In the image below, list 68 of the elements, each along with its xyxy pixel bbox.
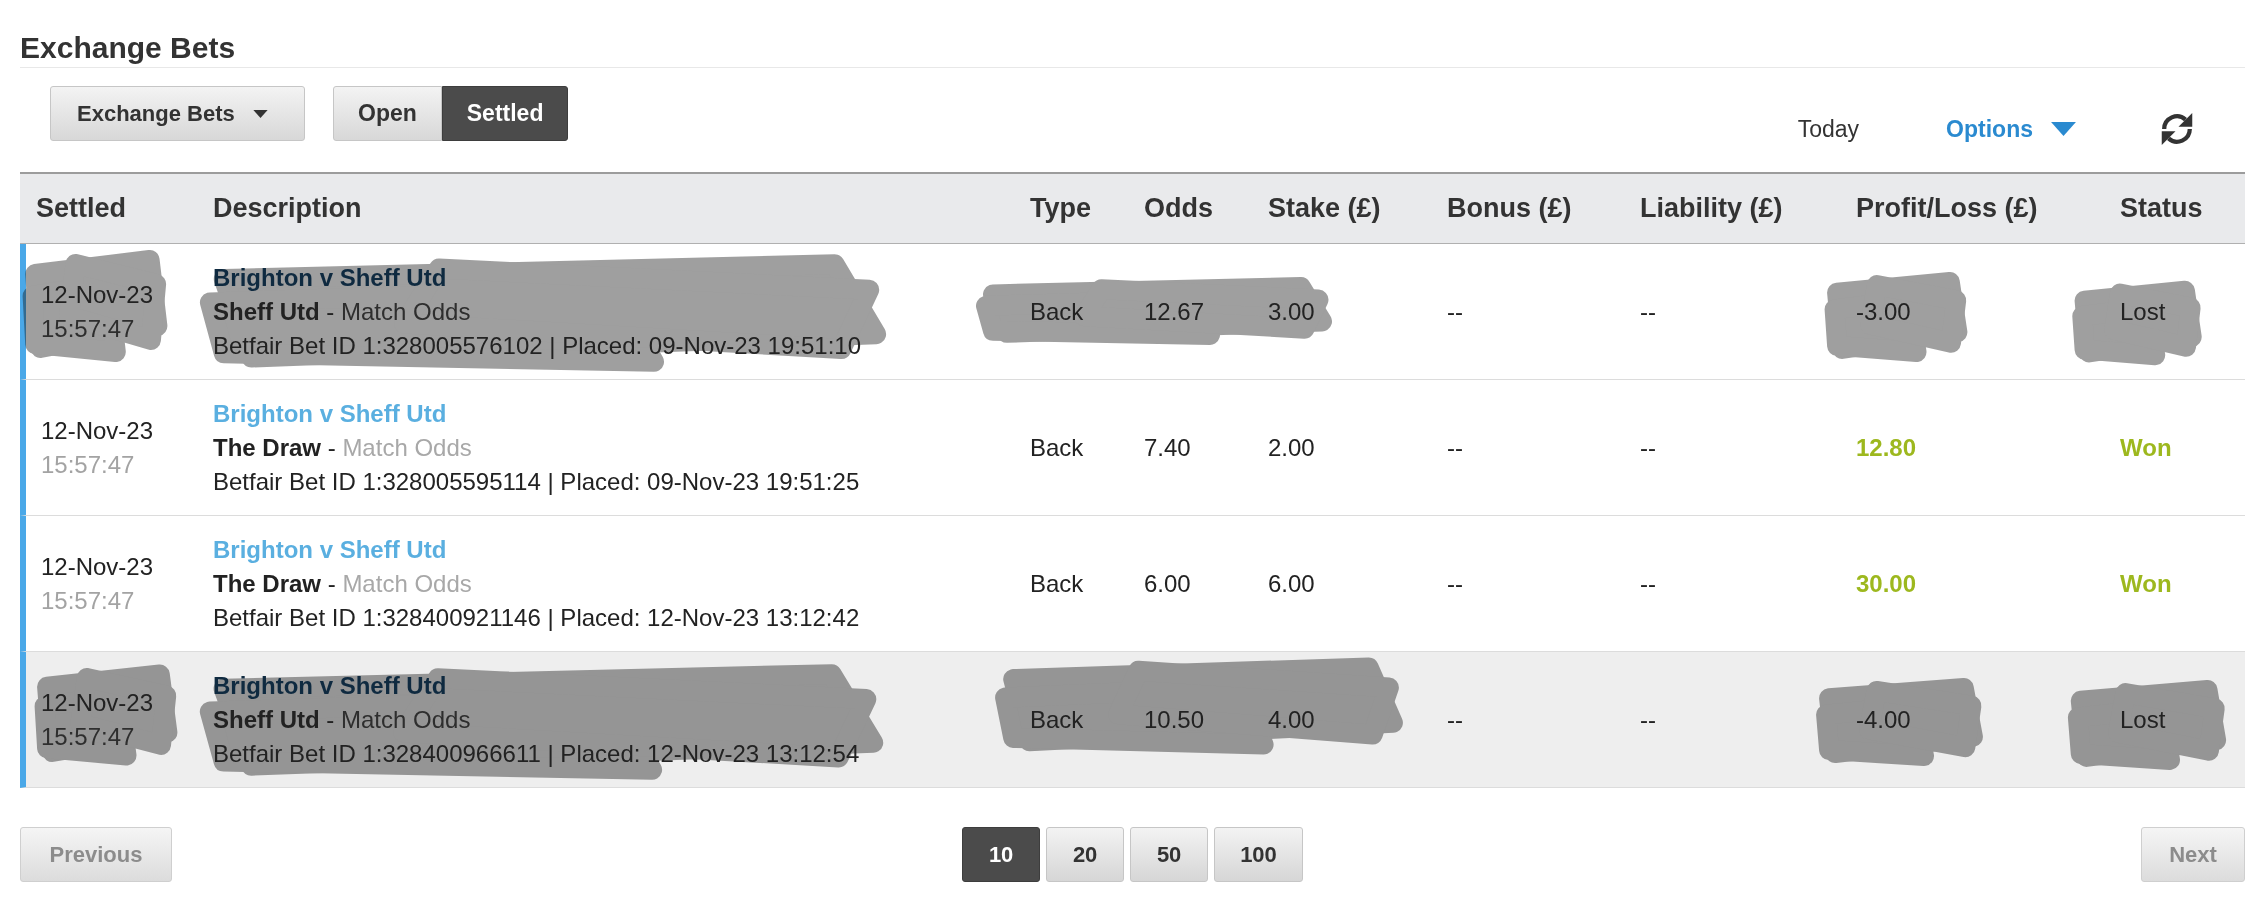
selection-market: Sheff Utd - Match Odds	[213, 296, 471, 327]
page-title: Exchange Bets	[20, 30, 236, 66]
bet-reference: Betfair Bet ID 1:328400921146 | Placed: 12-Nov-23 13:12:42	[213, 602, 860, 633]
page-size-button[interactable]: 10	[962, 827, 1041, 882]
settled-date: 12-Nov-23	[41, 279, 154, 310]
stake-value: 3.00	[1268, 297, 1315, 325]
selection-market: Sheff Utd - Match Odds	[213, 704, 471, 735]
event-link[interactable]: Brighton v Sheff Utd	[213, 260, 447, 295]
status-tab[interactable]: Open	[333, 86, 442, 141]
column-header[interactable]: Stake (£)	[1268, 193, 1381, 224]
bet-reference: Betfair Bet ID 1:328400966611 | Placed: 12-Nov-23 13:12:54	[213, 738, 860, 769]
settled-date: 12-Nov-23	[41, 687, 154, 718]
profit-loss-value: 30.00	[1856, 569, 1917, 597]
profit-loss-value: 12.80	[1856, 433, 1917, 461]
status-label: Lost	[2120, 705, 2166, 733]
column-header[interactable]: Bonus (£)	[1447, 193, 1572, 224]
page-size-button[interactable]: 50	[1130, 827, 1209, 882]
bet-type: Back	[1030, 433, 1084, 461]
bet-type: Back	[1030, 569, 1084, 597]
page-size-button[interactable]: 20	[1046, 827, 1125, 882]
odds-value: 12.67	[1144, 297, 1205, 325]
settled-time: 15:57:47	[41, 449, 135, 480]
selection-market: The Draw - Match Odds	[213, 568, 472, 599]
caret-icon	[252, 109, 268, 118]
bet-reference: Betfair Bet ID 1:328005595114 | Placed: 09-Nov-23 19:51:25	[213, 466, 860, 497]
status-tab[interactable]: Settled	[441, 86, 569, 141]
column-header[interactable]: Status	[2120, 193, 2203, 224]
caret-icon	[2050, 122, 2077, 136]
odds-value: 6.00	[1144, 569, 1191, 597]
column-header[interactable]: Description	[213, 193, 362, 224]
bet-type: Back	[1030, 297, 1084, 325]
column-header[interactable]: Odds	[1144, 193, 1213, 224]
status-label: Won	[2120, 569, 2172, 597]
bonus-value: --	[1447, 569, 1463, 597]
stake-value: 6.00	[1268, 569, 1315, 597]
date-filter[interactable]: Today	[1797, 114, 1860, 144]
status-label: Won	[2120, 433, 2172, 461]
refresh-icon[interactable]	[2161, 112, 2193, 146]
settled-date: 12-Nov-23	[41, 551, 154, 582]
liability-value: --	[1640, 433, 1656, 461]
settled-date: 12-Nov-23	[41, 415, 154, 446]
page-size-button[interactable]: 100	[1214, 827, 1303, 882]
bonus-value: --	[1447, 433, 1463, 461]
liability-value: --	[1640, 569, 1656, 597]
event-link[interactable]: Brighton v Sheff Utd	[213, 668, 447, 703]
bonus-value: --	[1447, 705, 1463, 733]
column-header[interactable]: Liability (£)	[1640, 193, 1783, 224]
options-menu-button[interactable]: Options	[1946, 114, 2077, 144]
status-label: Lost	[2120, 297, 2166, 325]
settled-time: 15:57:47	[41, 721, 135, 752]
stake-value: 2.00	[1268, 433, 1315, 461]
settled-time: 15:57:47	[41, 313, 135, 344]
liability-value: --	[1640, 297, 1656, 325]
column-header[interactable]: Type	[1030, 193, 1091, 224]
column-header[interactable]: Settled	[36, 193, 127, 224]
bet-type: Back	[1030, 705, 1084, 733]
bet-type-dropdown[interactable]: Exchange Bets	[50, 86, 305, 141]
bonus-value: --	[1447, 297, 1463, 325]
bet-reference: Betfair Bet ID 1:328005576102 | Placed: 09-Nov-23 19:51:10	[213, 330, 861, 361]
profit-loss-value: -3.00	[1856, 297, 1911, 325]
stake-value: 4.00	[1268, 705, 1315, 733]
profit-loss-value: -4.00	[1856, 705, 1911, 733]
column-header[interactable]: Profit/Loss (£)	[1856, 193, 2038, 224]
odds-value: 10.50	[1144, 705, 1205, 733]
liability-value: --	[1640, 705, 1656, 733]
selection-market: The Draw - Match Odds	[213, 432, 472, 463]
settled-time: 15:57:47	[41, 585, 135, 616]
odds-value: 7.40	[1144, 433, 1191, 461]
